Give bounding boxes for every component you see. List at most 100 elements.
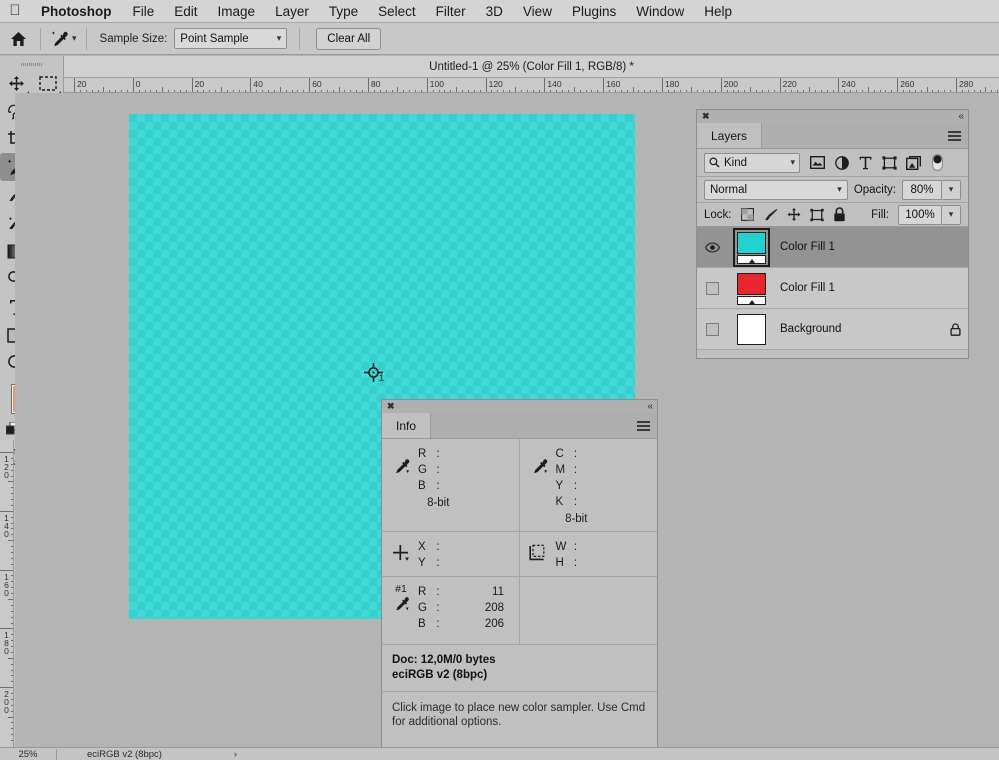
ruler-label: 0 <box>135 79 141 89</box>
ruler-major-tick <box>250 78 252 92</box>
channel-value-r <box>442 447 504 461</box>
pixel-filter-icon[interactable] <box>810 155 825 170</box>
ruler-label: 180 <box>665 79 680 89</box>
ruler-minor-tick <box>11 663 13 665</box>
layers-panel-titlebar[interactable]: ✖ « <box>697 110 968 123</box>
chevron-right-icon[interactable]: › <box>234 749 237 759</box>
panel-menu-icon[interactable] <box>637 421 650 431</box>
blend-mode-select[interactable]: Normal ▾ <box>704 179 848 200</box>
ruler-minor-tick <box>11 710 13 712</box>
ruler-major-tick <box>0 687 13 689</box>
horizontal-ruler[interactable]: 20 0 20 40 60 80 100 120 140 160 180 200 220 240 260 28… <box>64 78 999 93</box>
chevron-down-icon[interactable]: ▾ <box>72 33 77 44</box>
doc-size-line: Doc: 12,0M/0 bytes <box>392 654 496 666</box>
lock-row: Lock: Fill: 100% ▾ <box>697 203 968 227</box>
doc-profile-line: eciRGB v2 (8bpc) <box>392 669 488 681</box>
ruler-minor-tick <box>11 681 13 683</box>
photoshop-window:  Photoshop File Edit Image Layer Type S… <box>0 0 999 760</box>
shape-filter-icon[interactable] <box>882 155 897 170</box>
ruler-minor-tick <box>11 651 13 653</box>
ruler-major-tick <box>0 510 13 512</box>
opacity-value[interactable]: 80% <box>902 179 942 200</box>
menu-edit[interactable]: Edit <box>164 4 207 19</box>
ruler-minor-tick <box>11 640 13 642</box>
clear-all-button[interactable]: Clear All <box>316 27 382 50</box>
tab-layers[interactable]: Layers <box>697 123 763 148</box>
layer-visibility-toggle[interactable] <box>697 322 728 336</box>
layer-name[interactable]: Color Fill 1 <box>775 241 942 253</box>
lock-artboard-icon[interactable] <box>809 208 824 222</box>
menu-select[interactable]: Select <box>368 4 426 19</box>
fill-value[interactable]: 100% <box>898 204 942 225</box>
menu-layer[interactable]: Layer <box>265 4 319 19</box>
collapse-panel-icon[interactable]: « <box>958 111 963 122</box>
menu-filter[interactable]: Filter <box>426 4 476 19</box>
layer-name[interactable]: Background <box>775 323 942 335</box>
channel-label-c: C <box>555 448 564 460</box>
filter-toggle-icon[interactable] <box>930 154 945 171</box>
ruler-minor-tick <box>11 698 13 700</box>
color-sampler-marker[interactable]: 1 <box>364 363 384 383</box>
menu-app-name[interactable]: Photoshop <box>30 4 123 19</box>
channel-label-h: H <box>555 557 564 569</box>
tab-info[interactable]: Info <box>382 413 432 438</box>
menu-help[interactable]: Help <box>694 4 742 19</box>
ruler-minor-tick <box>11 646 13 648</box>
channel-value-c <box>580 447 642 461</box>
menu-type[interactable]: Type <box>319 4 368 19</box>
panel-menu-icon[interactable] <box>948 131 961 141</box>
layer-visibility-toggle[interactable] <box>697 281 728 295</box>
type-filter-icon[interactable] <box>858 155 873 170</box>
channel-value-y <box>442 556 504 570</box>
ruler-minor-tick <box>11 634 13 636</box>
sampler-label-b: B <box>418 618 426 630</box>
fill-stepper[interactable]: ▾ <box>942 204 961 225</box>
opacity-stepper[interactable]: ▾ <box>942 179 961 200</box>
ruler-major-tick <box>779 78 781 92</box>
menu-3d[interactable]: 3D <box>476 4 513 19</box>
table-row[interactable]: Color Fill 1 <box>697 268 968 309</box>
apple-logo-icon[interactable]:  <box>0 3 30 20</box>
ruler-minor-tick <box>8 599 13 600</box>
ruler-minor-tick <box>11 622 13 624</box>
menu-image[interactable]: Image <box>208 4 266 19</box>
ruler-minor-tick <box>11 704 13 706</box>
channel-value-b <box>442 479 504 493</box>
ruler-label: 240 <box>841 79 856 89</box>
marquee-size-icon <box>528 540 550 562</box>
menu-plugins[interactable]: Plugins <box>562 4 626 19</box>
table-row[interactable]: Background <box>697 309 968 350</box>
sampler-label-r: R <box>418 586 427 598</box>
adjustment-filter-icon[interactable] <box>834 155 849 170</box>
vertical-ruler[interactable]: 120 140 160 180 200 <box>0 440 14 750</box>
info-panel-titlebar[interactable]: ✖ « <box>382 400 657 413</box>
blend-mode-value: Normal <box>710 183 748 196</box>
divider <box>40 27 41 50</box>
sample-size-select[interactable]: Point Sample ▾ <box>174 28 288 49</box>
channel-label-y: Y <box>555 480 564 492</box>
table-row[interactable]: Color Fill 1 <box>697 227 968 268</box>
layer-thumbnail[interactable] <box>728 313 775 346</box>
layer-thumbnail[interactable] <box>728 227 775 267</box>
layer-name[interactable]: Color Fill 1 <box>775 282 942 294</box>
filter-kind-select[interactable]: Kind ▾ <box>704 152 800 173</box>
toolbar-grip[interactable] <box>0 60 63 69</box>
layer-visibility-toggle[interactable] <box>697 241 728 253</box>
menu-file[interactable]: File <box>123 4 165 19</box>
layer-thumbnail[interactable] <box>728 272 775 305</box>
smart-object-filter-icon[interactable] <box>906 155 921 170</box>
close-icon[interactable]: ✖ <box>387 401 395 412</box>
lock-transparent-pixels-icon[interactable] <box>741 208 755 222</box>
lock-image-pixels-icon[interactable] <box>764 208 778 222</box>
close-icon[interactable]: ✖ <box>702 111 710 122</box>
collapse-panel-icon[interactable]: « <box>647 401 652 412</box>
menu-window[interactable]: Window <box>626 4 694 19</box>
document-titlebar[interactable]: Untitled-1 @ 25% (Color Fill 1, RGB/8) * <box>64 56 999 78</box>
lock-position-icon[interactable] <box>787 207 801 222</box>
home-icon[interactable] <box>0 31 36 47</box>
lock-all-icon[interactable] <box>833 207 847 222</box>
eyedropper-icon <box>51 30 68 46</box>
active-tool-chip[interactable]: ▾ <box>45 30 82 48</box>
zoom-level[interactable]: 25% <box>0 748 57 760</box>
menu-view[interactable]: View <box>513 4 562 19</box>
